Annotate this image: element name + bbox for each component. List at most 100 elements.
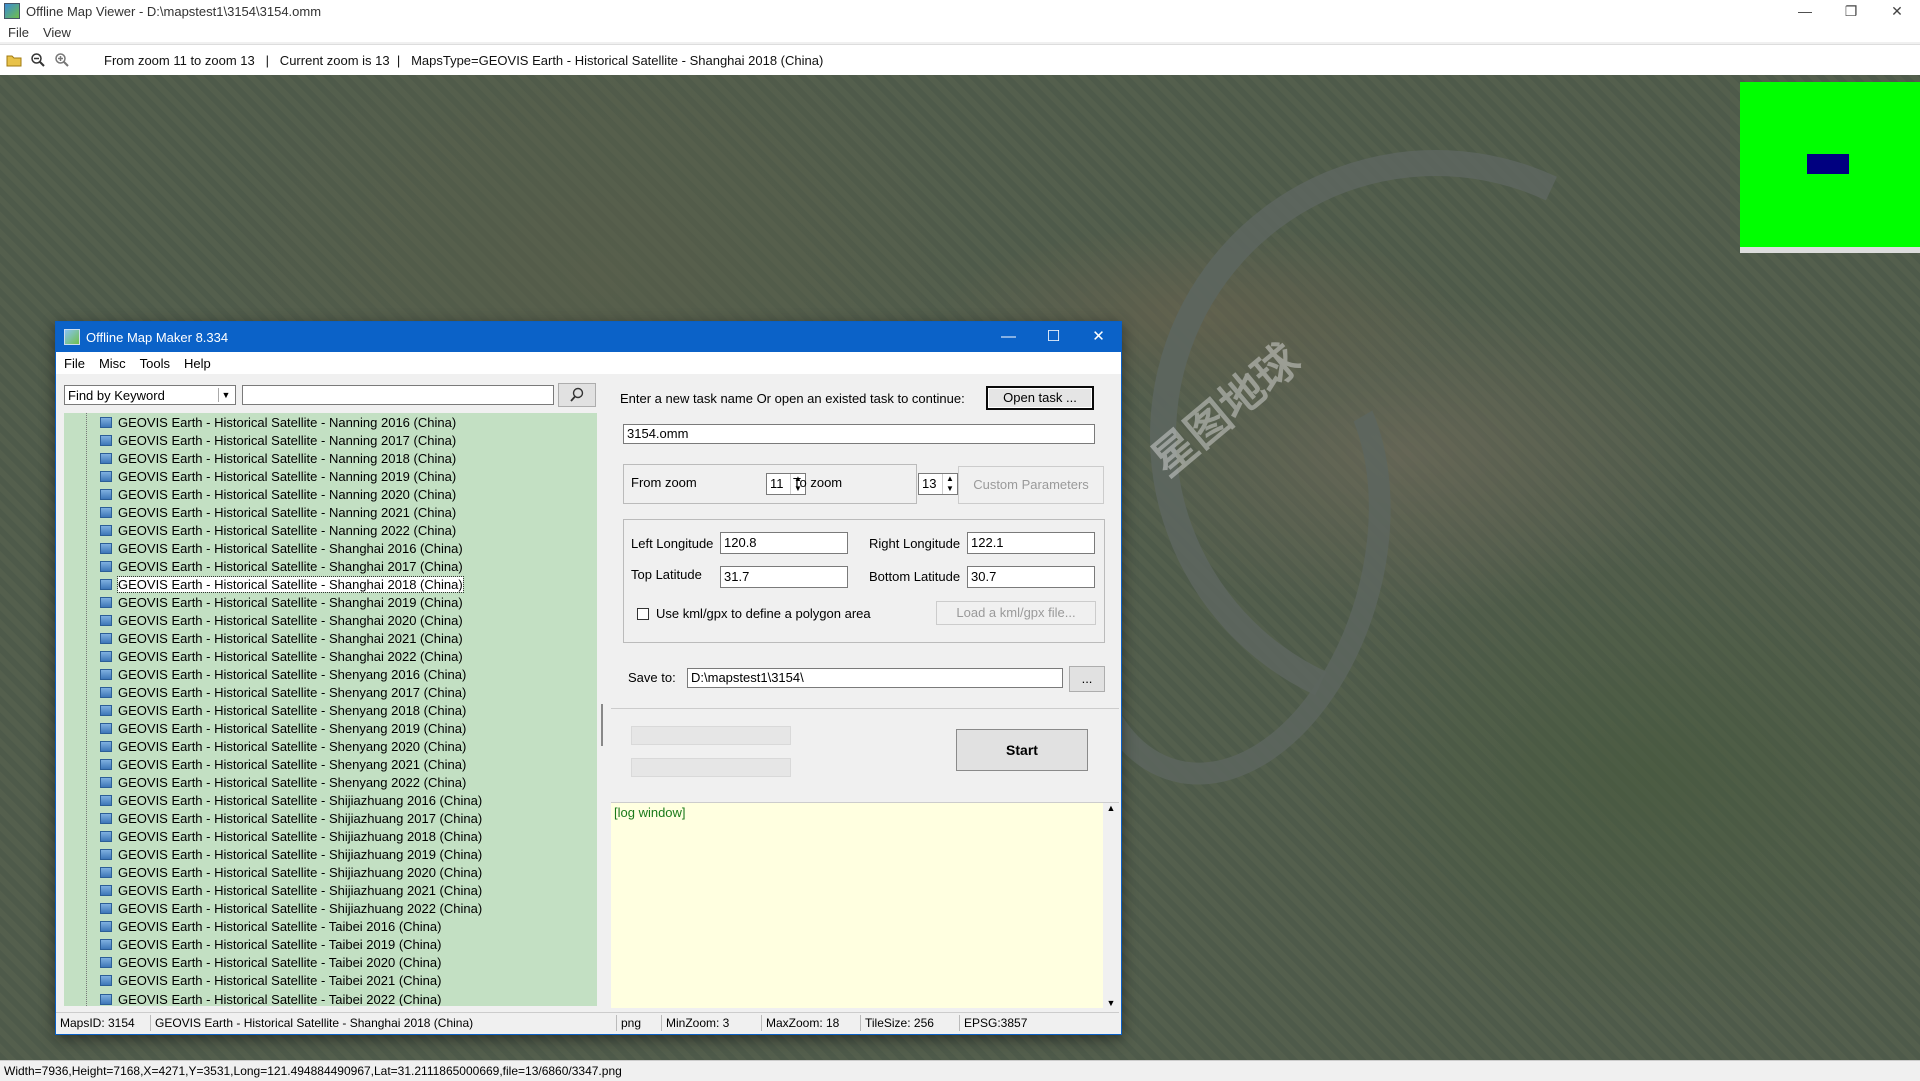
tree-item[interactable]: GEOVIS Earth - Historical Satellite - Ta… [64, 954, 597, 972]
bottom-latitude-input[interactable]: 30.7 [967, 566, 1095, 588]
tree-item[interactable]: GEOVIS Earth - Historical Satellite - Ta… [64, 936, 597, 954]
browse-button[interactable]: ... [1069, 666, 1105, 692]
tree-item[interactable]: GEOVIS Earth - Historical Satellite - Sh… [64, 774, 597, 792]
tree-item[interactable]: GEOVIS Earth - Historical Satellite - Sh… [64, 593, 597, 611]
tree-item[interactable]: GEOVIS Earth - Historical Satellite - Sh… [64, 828, 597, 846]
kml-checkbox[interactable] [637, 608, 649, 620]
left-longitude-label: Left Longitude [631, 536, 714, 551]
log-window[interactable]: [log window] ▲ ▼ [611, 802, 1119, 1008]
tree-item[interactable]: GEOVIS Earth - Historical Satellite - Sh… [64, 575, 597, 593]
dialog-menu-tools[interactable]: Tools [140, 356, 170, 371]
open-task-button[interactable]: Open task ... [986, 386, 1094, 410]
tree-item[interactable]: GEOVIS Earth - Historical Satellite - Sh… [64, 720, 597, 738]
menu-file[interactable]: File [8, 25, 29, 40]
tree-item[interactable]: GEOVIS Earth - Historical Satellite - Sh… [64, 846, 597, 864]
spinner-arrows-icon[interactable]: ▲ ▼ [942, 474, 957, 494]
map-icon [100, 939, 112, 951]
viewer-menu-bar: File View [0, 22, 1920, 42]
map-icon [100, 705, 112, 717]
overview-map[interactable] [1740, 82, 1920, 253]
tree-item-label: GEOVIS Earth - Historical Satellite - Sh… [118, 811, 483, 827]
task-pane: Enter a new task name Or open an existed… [611, 374, 1119, 1008]
dialog-status-bar: MapsID: 3154 GEOVIS Earth - Historical S… [56, 1012, 1119, 1033]
tree-item[interactable]: GEOVIS Earth - Historical Satellite - Na… [64, 503, 597, 521]
overview-viewport[interactable] [1807, 154, 1849, 174]
maximize-icon[interactable]: ❐ [1828, 0, 1874, 22]
tree-item-label: GEOVIS Earth - Historical Satellite - Sh… [118, 558, 463, 574]
map-icon [100, 795, 112, 807]
minimize-icon[interactable]: — [1782, 0, 1828, 22]
right-longitude-input[interactable]: 122.1 [967, 532, 1095, 554]
search-mode-select[interactable]: Find by Keyword ▼ [64, 385, 236, 405]
dialog-menu-misc[interactable]: Misc [99, 356, 126, 371]
task-prompt: Enter a new task name Or open an existed… [620, 391, 965, 406]
status-format: png [621, 1016, 642, 1030]
tree-guide-line [86, 413, 87, 1006]
log-scrollbar[interactable]: ▲ ▼ [1103, 803, 1119, 1008]
tree-item[interactable]: GEOVIS Earth - Historical Satellite - Na… [64, 449, 597, 467]
tree-item[interactable]: GEOVIS Earth - Historical Satellite - Sh… [64, 702, 597, 720]
tree-item[interactable]: GEOVIS Earth - Historical Satellite - Sh… [64, 900, 597, 918]
pane-splitter[interactable] [601, 704, 603, 746]
tree-item[interactable]: GEOVIS Earth - Historical Satellite - Ta… [64, 972, 597, 990]
task-name-input[interactable]: 3154.omm [623, 424, 1095, 444]
tree-item[interactable]: GEOVIS Earth - Historical Satellite - Sh… [64, 683, 597, 701]
dialog-close-icon[interactable]: ✕ [1076, 322, 1121, 352]
tree-item[interactable]: GEOVIS Earth - Historical Satellite - Sh… [64, 864, 597, 882]
tree-item[interactable]: GEOVIS Earth - Historical Satellite - Sh… [64, 539, 597, 557]
tree-item[interactable]: GEOVIS Earth - Historical Satellite - Sh… [64, 611, 597, 629]
map-type-tree[interactable]: GEOVIS Earth - Historical Satellite - Na… [64, 413, 597, 1006]
tree-item[interactable]: GEOVIS Earth - Historical Satellite - Sh… [64, 756, 597, 774]
log-text: [log window] [614, 805, 686, 820]
tree-item-label: GEOVIS Earth - Historical Satellite - Sh… [118, 666, 467, 682]
from-zoom-value: 11 [770, 476, 784, 491]
tree-item[interactable]: GEOVIS Earth - Historical Satellite - Na… [64, 485, 597, 503]
tree-item[interactable]: GEOVIS Earth - Historical Satellite - Sh… [64, 738, 597, 756]
save-to-input[interactable]: D:\mapstest1\3154\ [687, 668, 1063, 688]
tree-item[interactable]: GEOVIS Earth - Historical Satellite - Ta… [64, 918, 597, 936]
tree-item-label: GEOVIS Earth - Historical Satellite - Na… [118, 450, 457, 466]
map-icon [100, 488, 112, 500]
tree-item-label: GEOVIS Earth - Historical Satellite - Ta… [118, 919, 442, 935]
map-icon [100, 975, 112, 987]
tree-item[interactable]: GEOVIS Earth - Historical Satellite - Sh… [64, 647, 597, 665]
custom-parameters-button[interactable]: Custom Parameters [958, 466, 1104, 504]
tree-item-label: GEOVIS Earth - Historical Satellite - Sh… [117, 575, 464, 593]
dialog-title-bar[interactable]: Offline Map Maker 8.334 — ☐ ✕ [56, 322, 1121, 352]
to-zoom-stepper[interactable]: 13 ▲ ▼ [918, 473, 958, 495]
map-icon [100, 668, 112, 680]
to-zoom-value: 13 [922, 476, 937, 491]
tree-item[interactable]: GEOVIS Earth - Historical Satellite - Na… [64, 431, 597, 449]
tree-item[interactable]: GEOVIS Earth - Historical Satellite - Na… [64, 467, 597, 485]
dialog-menu-file[interactable]: File [64, 356, 85, 371]
tree-item-label: GEOVIS Earth - Historical Satellite - Na… [118, 414, 457, 430]
zoom-out-icon[interactable] [28, 50, 48, 70]
status-maps-name: GEOVIS Earth - Historical Satellite - Sh… [155, 1016, 474, 1030]
tree-item[interactable]: GEOVIS Earth - Historical Satellite - Sh… [64, 882, 597, 900]
zoom-in-icon[interactable] [52, 50, 72, 70]
dialog-minimize-icon[interactable]: — [986, 322, 1031, 352]
menu-view[interactable]: View [43, 25, 71, 40]
start-button[interactable]: Start [956, 729, 1088, 771]
tree-item[interactable]: GEOVIS Earth - Historical Satellite - Sh… [64, 557, 597, 575]
close-icon[interactable]: ✕ [1874, 0, 1920, 22]
tree-item-label: GEOVIS Earth - Historical Satellite - Ta… [118, 973, 442, 989]
tree-item[interactable]: GEOVIS Earth - Historical Satellite - Sh… [64, 810, 597, 828]
dialog-maximize-icon[interactable]: ☐ [1031, 322, 1076, 352]
tree-item[interactable]: GEOVIS Earth - Historical Satellite - Sh… [64, 665, 597, 683]
map-icon [100, 524, 112, 536]
open-folder-icon[interactable] [4, 50, 24, 70]
top-latitude-input[interactable]: 31.7 [720, 566, 848, 588]
load-kml-button[interactable]: Load a kml/gpx file... [936, 601, 1096, 625]
tree-item[interactable]: GEOVIS Earth - Historical Satellite - Na… [64, 521, 597, 539]
left-longitude-input[interactable]: 120.8 [720, 532, 848, 554]
keyword-input[interactable] [242, 385, 554, 405]
tree-item[interactable]: GEOVIS Earth - Historical Satellite - Ta… [64, 990, 597, 1006]
search-button[interactable] [558, 383, 596, 407]
dialog-menu-help[interactable]: Help [184, 356, 211, 371]
tree-item[interactable]: GEOVIS Earth - Historical Satellite - Sh… [64, 629, 597, 647]
map-icon [100, 452, 112, 464]
tree-item[interactable]: GEOVIS Earth - Historical Satellite - Sh… [64, 792, 597, 810]
tree-item[interactable]: GEOVIS Earth - Historical Satellite - Na… [64, 413, 597, 431]
search-icon [570, 387, 584, 402]
